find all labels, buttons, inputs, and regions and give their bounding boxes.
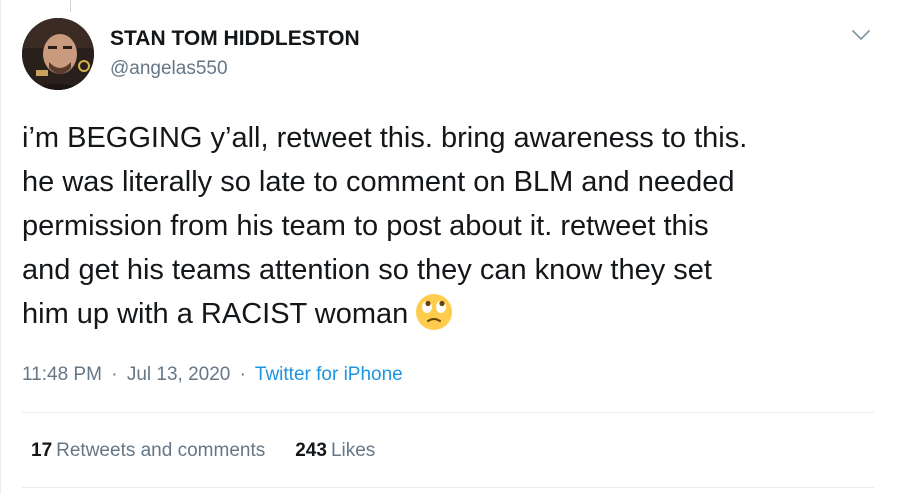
tweet-meta: 11:48 PM · Jul 13, 2020 · Twitter for iP… <box>22 362 403 388</box>
retweets-label: Retweets and comments <box>56 440 266 461</box>
author-block: STAN TOM HIDDLESTON @angelas550 <box>110 26 360 81</box>
likes-label: Likes <box>330 440 376 461</box>
meta-separator: · <box>111 364 118 385</box>
tweet-card: STAN TOM HIDDLESTON @angelas550 i’m BEGG… <box>0 0 900 494</box>
tweet-date[interactable]: Jul 13, 2020 <box>127 364 231 385</box>
avatar[interactable] <box>22 18 94 90</box>
tweet-stats: 17 Retweets and comments 243 Likes <box>31 438 375 464</box>
face-with-rolling-eyes-icon <box>414 292 454 332</box>
tweet-text-line: i’m BEGGING y’all, retweet this. bring a… <box>22 122 748 154</box>
likes-count: 243 <box>295 440 327 461</box>
divider <box>22 487 874 488</box>
tweet-time[interactable]: 11:48 PM <box>22 364 102 385</box>
chevron-down-icon[interactable] <box>850 26 872 44</box>
left-border <box>0 0 1 494</box>
author-handle[interactable]: @angelas550 <box>110 57 360 81</box>
tweet-text-last-line: him up with a RACIST woman <box>22 292 892 336</box>
tweet-source-link[interactable]: Twitter for iPhone <box>255 364 403 385</box>
tweet-text-line: permission from his team to post about i… <box>22 210 709 242</box>
author-display-name[interactable]: STAN TOM HIDDLESTON <box>110 26 360 52</box>
likes-stat[interactable]: 243 Likes <box>295 438 375 464</box>
retweets-count: 17 <box>31 440 53 461</box>
tweet-text-line: him up with a RACIST woman <box>22 298 409 330</box>
tweet-text: i’m BEGGING y’all, retweet this. bring a… <box>22 116 892 336</box>
tweet-text-line: and get his teams attention so they can … <box>22 254 712 286</box>
thread-line <box>70 0 71 12</box>
tweet-text-line: he was literally so late to comment on B… <box>22 166 735 198</box>
meta-separator: · <box>239 364 246 385</box>
divider <box>22 412 874 413</box>
retweets-stat[interactable]: 17 Retweets and comments <box>31 438 265 464</box>
avatar-photo-icon <box>22 18 94 90</box>
